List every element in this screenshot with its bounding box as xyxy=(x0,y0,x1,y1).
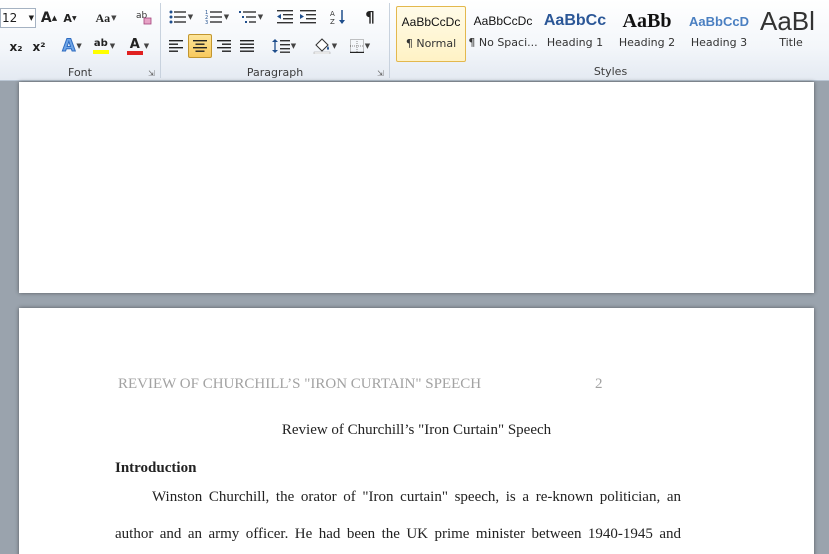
sort-button[interactable]: A Z xyxy=(327,6,349,28)
section-heading: Introduction xyxy=(115,460,197,476)
paint-bucket-icon xyxy=(313,38,330,54)
align-left-icon xyxy=(169,40,183,52)
running-header: REVIEW OF CHURCHILL’S "IRON CURTAIN" SPE… xyxy=(118,376,482,392)
shrink-font-icon: A xyxy=(63,11,72,25)
style-preview: AaBbCcDc xyxy=(473,14,533,28)
style-preview: AaBbCcDc xyxy=(401,15,461,29)
highlight-button[interactable]: ab ▼ xyxy=(88,35,120,57)
align-center-button[interactable] xyxy=(188,34,212,58)
paragraph-line: author and an army officer. He had been … xyxy=(115,526,681,542)
numbering-icon: 1 2 3 xyxy=(205,10,222,24)
pilcrow-icon: ¶ xyxy=(365,8,375,26)
bullets-button[interactable]: ▼ xyxy=(166,6,196,28)
paragraph-dialog-launcher-icon[interactable]: ⇲ xyxy=(377,70,385,78)
document-page-1[interactable] xyxy=(19,82,814,293)
line-spacing-button[interactable]: ▼ xyxy=(268,35,300,57)
style-heading-1[interactable]: AaBbCc Heading 1 xyxy=(540,6,610,62)
styles-group-label: Styles xyxy=(593,65,628,78)
show-formatting-marks-button[interactable]: ¶ xyxy=(359,6,381,28)
numbering-button[interactable]: 1 2 3 ▼ xyxy=(201,6,233,28)
clear-formatting-icon: ab xyxy=(136,11,152,25)
svg-text:Z: Z xyxy=(330,18,335,25)
style-name: Title xyxy=(779,36,803,49)
font-dialog-launcher-icon[interactable]: ⇲ xyxy=(148,70,156,78)
grow-font-button[interactable]: A ▲ xyxy=(39,7,59,29)
sort-icon: A Z xyxy=(330,10,345,25)
increase-indent-button[interactable] xyxy=(297,6,319,28)
justify-icon xyxy=(240,40,254,52)
document-title: Review of Churchill’s "Iron Curtain" Spe… xyxy=(281,422,552,438)
style-name: Heading 2 xyxy=(618,36,676,49)
style-heading-2[interactable]: AaBb Heading 2 xyxy=(612,6,682,62)
change-case-button[interactable]: Aa ▼ xyxy=(92,7,120,29)
ribbon: 12 ▼ A ▲ A ▼ Aa ▼ ab x₂ x² A ▼ ab ▼ A ▼ … xyxy=(0,0,829,81)
line-spacing-icon xyxy=(271,39,290,53)
style-preview: AaBb xyxy=(622,9,672,32)
style-name: Heading 3 xyxy=(690,36,748,49)
document-page-2[interactable]: REVIEW OF CHURCHILL’S "IRON CURTAIN" SPE… xyxy=(19,308,814,554)
paragraph-group: ▼ 1 2 3 ▼ ▼ A Z ¶ ▼ ▼ ▼ Paragraph ⇲ xyxy=(161,0,389,81)
paragraph-line: Winston Churchill, the orator of "Iron c… xyxy=(152,489,681,505)
subscript-button[interactable]: x₂ xyxy=(5,36,27,58)
multilevel-list-icon xyxy=(238,11,256,23)
style-preview: AaBbCc xyxy=(543,12,607,29)
style-name: ¶ No Spaci... xyxy=(468,36,538,49)
text-effects-icon: A xyxy=(62,36,76,57)
font-size-box[interactable]: 12 ▼ xyxy=(0,8,36,28)
svg-text:A: A xyxy=(330,10,335,18)
style-title[interactable]: AaBl Title xyxy=(756,6,826,62)
font-group-label: Font xyxy=(68,66,92,79)
superscript-button[interactable]: x² xyxy=(28,36,50,58)
style-name: Heading 1 xyxy=(546,36,604,49)
svg-text:3: 3 xyxy=(205,20,208,24)
clear-formatting-button[interactable]: ab xyxy=(133,6,155,28)
multilevel-list-button[interactable]: ▼ xyxy=(236,6,266,28)
justify-button[interactable] xyxy=(236,35,258,57)
shading-button[interactable]: ▼ xyxy=(309,35,341,57)
font-color-bar xyxy=(126,50,143,55)
subscript-icon: x₂ xyxy=(9,40,23,54)
style-preview: AaBbCcD xyxy=(689,13,749,29)
increase-indent-icon xyxy=(300,10,316,24)
style-normal[interactable]: AaBbCcDc ¶ Normal xyxy=(396,6,466,62)
highlight-color-bar xyxy=(92,50,109,54)
grow-font-icon: A xyxy=(40,10,52,26)
page-number: 2 xyxy=(595,376,603,392)
align-right-button[interactable] xyxy=(213,35,235,57)
font-group: 12 ▼ A ▲ A ▼ Aa ▼ ab x₂ x² A ▼ ab ▼ A ▼ … xyxy=(0,0,160,81)
style-name: ¶ Normal xyxy=(405,37,457,50)
style-heading-3[interactable]: AaBbCcD Heading 3 xyxy=(684,6,754,62)
shrink-font-button[interactable]: A ▼ xyxy=(61,7,79,29)
decrease-indent-icon xyxy=(277,10,293,24)
styles-gallery: AaBbCcDc ¶ Normal AaBbCcDc ¶ No Spaci...… xyxy=(392,4,829,64)
font-color-button[interactable]: A ▼ xyxy=(123,35,153,57)
paragraph-group-label: Paragraph xyxy=(246,66,304,79)
group-divider xyxy=(389,3,390,78)
superscript-icon: x² xyxy=(32,40,46,54)
align-left-button[interactable] xyxy=(165,35,187,57)
bullets-icon xyxy=(169,10,186,24)
borders-icon xyxy=(349,39,364,53)
change-case-icon: Aa xyxy=(95,10,111,25)
align-center-icon xyxy=(193,40,207,52)
font-size-value: 12 xyxy=(2,11,18,25)
font-color-icon: A xyxy=(129,36,140,52)
align-right-icon xyxy=(217,40,231,52)
decrease-indent-button[interactable] xyxy=(274,6,296,28)
highlight-icon: ab xyxy=(93,38,108,49)
chevron-down-icon[interactable]: ▼ xyxy=(29,9,34,27)
style-preview: AaBl xyxy=(760,6,815,36)
text-effects-button[interactable]: A ▼ xyxy=(58,35,86,57)
borders-button[interactable]: ▼ xyxy=(344,35,376,57)
style-no-spacing[interactable]: AaBbCcDc ¶ No Spaci... xyxy=(468,6,538,62)
